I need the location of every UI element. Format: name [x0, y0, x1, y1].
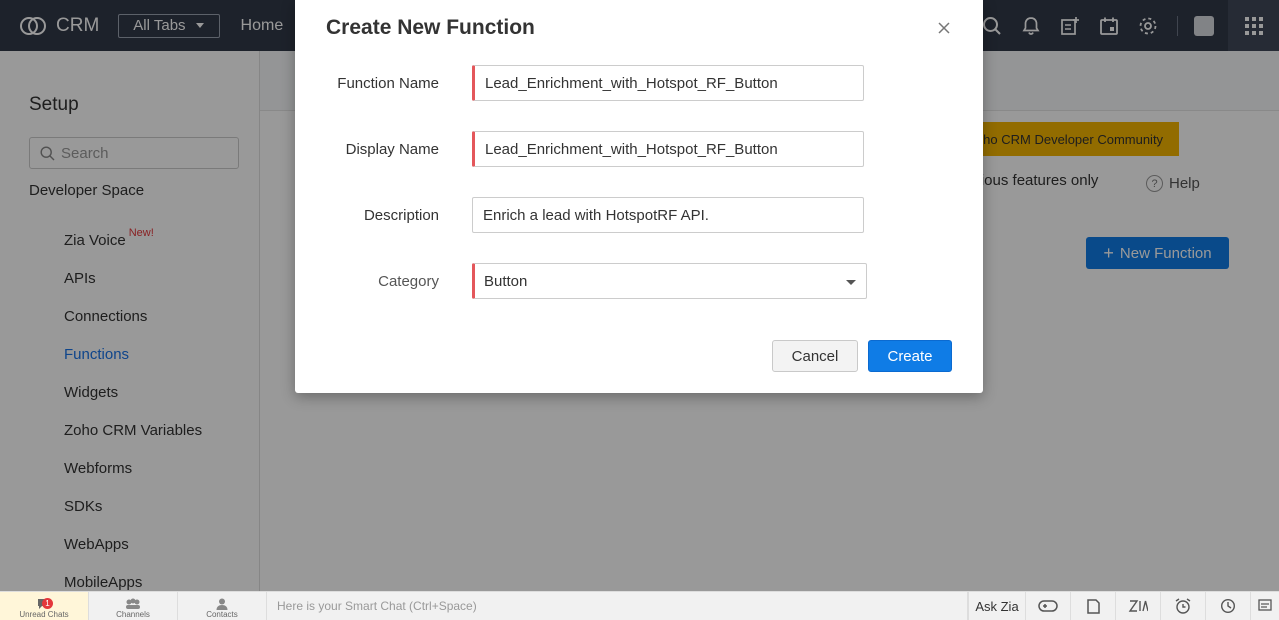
alarm-clock-icon[interactable] — [1161, 592, 1206, 620]
description-label: Description — [363, 206, 439, 224]
category-label: Category — [378, 272, 439, 290]
channels-tab[interactable]: Channels — [89, 592, 178, 620]
gamepad-icon[interactable] — [1026, 592, 1071, 620]
chat-window-icon[interactable] — [1251, 592, 1279, 620]
description-field[interactable]: Enrich a lead with HotspotRF API. — [472, 197, 864, 233]
display-name-row: Display Name Lead_Enrichment_with_Hotspo… — [295, 131, 983, 167]
notes-icon[interactable] — [1071, 592, 1116, 620]
channels-icon — [126, 598, 140, 609]
description-row: Description Enrich a lead with HotspotRF… — [295, 197, 983, 233]
create-function-dialog: Create New Function Function Name Lead_E… — [295, 0, 983, 393]
function-name-label: Function Name — [337, 74, 439, 92]
category-row: Category Button — [295, 263, 983, 299]
display-name-field[interactable]: Lead_Enrichment_with_Hotspot_RF_Button — [472, 131, 864, 167]
unread-chats-label: Unread Chats — [19, 610, 69, 619]
ask-zia-button[interactable]: Ask Zia — [968, 592, 1026, 620]
category-value: Button — [484, 272, 528, 290]
category-select[interactable]: Button — [472, 263, 867, 299]
zia-icon[interactable] — [1116, 592, 1161, 620]
create-button[interactable]: Create — [868, 340, 952, 372]
channels-label: Channels — [116, 610, 150, 619]
smart-chat-input[interactable]: Here is your Smart Chat (Ctrl+Space) — [267, 592, 968, 620]
close-icon[interactable] — [936, 20, 952, 36]
unread-count-badge: 1 — [42, 598, 53, 609]
chevron-down-icon — [846, 280, 856, 285]
contacts-label: Contacts — [206, 610, 238, 619]
history-icon[interactable] — [1206, 592, 1251, 620]
function-name-field[interactable]: Lead_Enrichment_with_Hotspot_RF_Button — [472, 65, 864, 101]
contact-icon — [216, 598, 228, 610]
contacts-tab[interactable]: Contacts — [178, 592, 267, 620]
dialog-title: Create New Function — [326, 16, 535, 39]
bottom-bar: 1 Unread Chats Channels Contacts Here is… — [0, 591, 1279, 620]
function-name-row: Function Name Lead_Enrichment_with_Hotsp… — [295, 65, 983, 101]
unread-chats-tab[interactable]: 1 Unread Chats — [0, 592, 89, 620]
display-name-label: Display Name — [345, 140, 439, 158]
cancel-button[interactable]: Cancel — [772, 340, 858, 372]
